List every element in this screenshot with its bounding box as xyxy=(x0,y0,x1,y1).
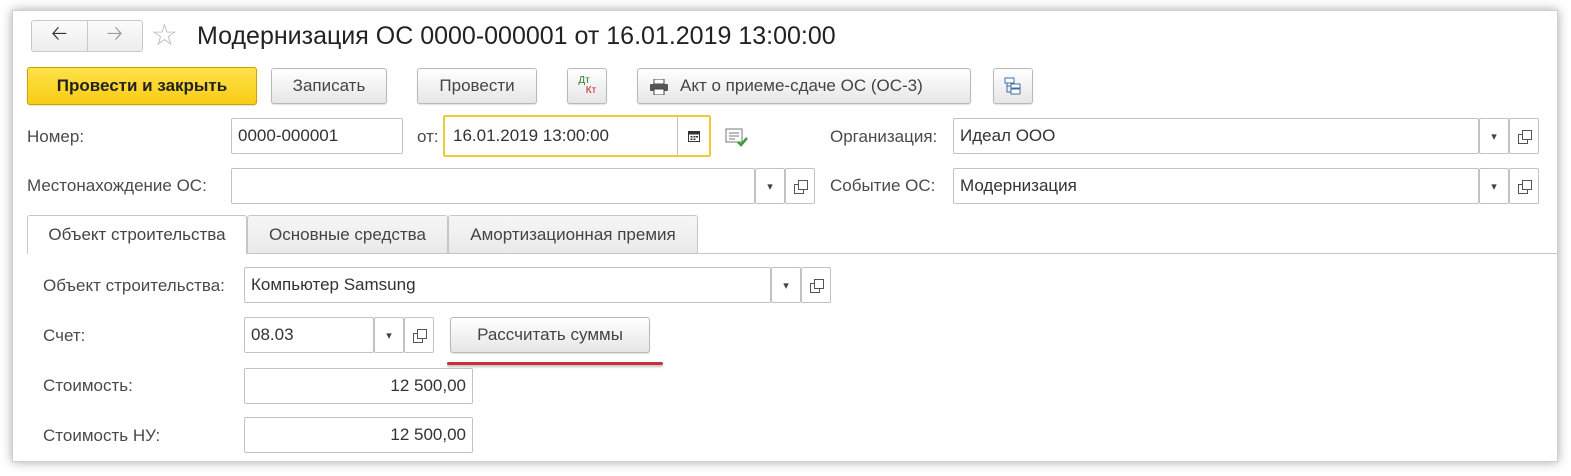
document-window: 🡠 🡢 ☆ Модернизация ОС 0000-000001 от 16.… xyxy=(12,10,1558,462)
open-icon xyxy=(793,179,808,194)
open-icon xyxy=(412,328,427,343)
account-dropdown-button[interactable]: ▾ xyxy=(374,317,404,353)
chevron-down-icon: ▾ xyxy=(767,180,773,193)
event-label: Событие ОС: xyxy=(830,176,936,195)
document-structure-button[interactable] xyxy=(993,68,1033,104)
construction-object-dropdown-button[interactable]: ▾ xyxy=(771,267,801,303)
navigation-buttons: 🡠 🡢 xyxy=(31,20,143,52)
location-dropdown-button[interactable]: ▾ xyxy=(755,168,785,204)
document-status-icon[interactable] xyxy=(725,127,749,152)
cost-nu-field[interactable]: 12 500,00 xyxy=(244,417,473,453)
tab-divider xyxy=(27,253,1557,254)
number-field[interactable]: 0000-000001 xyxy=(231,118,403,154)
tab-fixed-assets[interactable]: Основные средства xyxy=(247,215,448,253)
arrow-left-icon: 🡠 xyxy=(51,23,68,45)
forward-button[interactable]: 🡢 xyxy=(86,21,143,51)
construction-object-label: Объект строительства: xyxy=(43,276,225,295)
annotation-underline xyxy=(447,362,663,365)
chevron-down-icon: ▾ xyxy=(783,279,789,292)
event-field[interactable]: Модернизация xyxy=(953,168,1479,204)
organization-open-button[interactable] xyxy=(1509,118,1539,154)
tab-construction-object[interactable]: Объект строительства xyxy=(27,215,247,254)
chevron-down-icon: ▾ xyxy=(386,329,392,342)
cost-field[interactable]: 12 500,00 xyxy=(244,368,473,404)
chevron-down-icon: ▾ xyxy=(1491,130,1497,143)
event-open-button[interactable] xyxy=(1509,168,1539,204)
printer-icon xyxy=(650,78,668,96)
chevron-down-icon: ▾ xyxy=(1491,180,1497,193)
post-button[interactable]: Провести xyxy=(417,68,537,104)
back-button[interactable]: 🡠 xyxy=(32,21,87,51)
date-label: от: xyxy=(417,127,439,146)
account-label: Счет: xyxy=(43,326,86,345)
construction-object-open-button[interactable] xyxy=(801,267,831,303)
arrow-right-icon: 🡢 xyxy=(106,23,123,45)
open-icon xyxy=(1517,129,1532,144)
organization-dropdown-button[interactable]: ▾ xyxy=(1479,118,1509,154)
calculate-sums-button[interactable]: Рассчитать суммы xyxy=(450,317,650,353)
save-button[interactable]: Записать xyxy=(271,68,387,104)
location-field[interactable] xyxy=(231,168,755,204)
cost-nu-label: Стоимость НУ: xyxy=(43,426,161,445)
number-label: Номер: xyxy=(27,127,85,146)
star-icon[interactable]: ☆ xyxy=(151,20,178,52)
event-dropdown-button[interactable]: ▾ xyxy=(1479,168,1509,204)
organization-label: Организация: xyxy=(830,127,938,146)
post-and-close-button[interactable]: Провести и закрыть xyxy=(27,67,257,105)
date-field[interactable]: 16.01.2019 13:00:00 xyxy=(443,115,711,157)
organization-field[interactable]: Идеал ООО xyxy=(953,118,1479,154)
dt-kt-icon: Дт Кт xyxy=(578,75,597,96)
print-act-button[interactable]: Акт о приеме-сдаче ОС (ОС-3) xyxy=(637,68,971,104)
calendar-icon xyxy=(687,131,700,142)
page-title: Модернизация ОС 0000-000001 от 16.01.201… xyxy=(197,22,836,50)
cost-label: Стоимость: xyxy=(43,376,133,395)
document-structure-icon xyxy=(1004,77,1021,95)
location-open-button[interactable] xyxy=(785,168,815,204)
location-label: Местонахождение ОС: xyxy=(27,176,207,195)
construction-object-field[interactable]: Компьютер Samsung xyxy=(244,267,771,303)
account-field[interactable]: 08.03 xyxy=(244,317,374,353)
open-icon xyxy=(809,278,824,293)
tab-depreciation-bonus[interactable]: Амортизационная премия xyxy=(448,215,698,253)
calendar-button[interactable] xyxy=(677,117,709,155)
account-open-button[interactable] xyxy=(404,317,434,353)
dt-kt-button[interactable]: Дт Кт xyxy=(567,68,607,104)
open-icon xyxy=(1517,179,1532,194)
